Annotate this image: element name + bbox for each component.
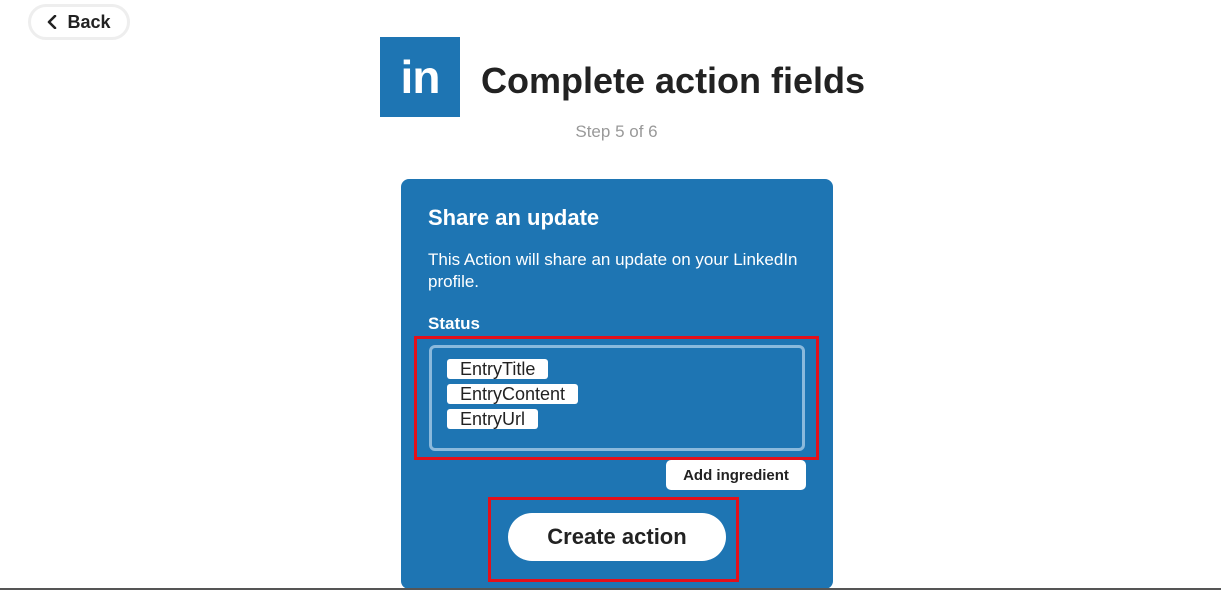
back-button[interactable]: Back [28,4,130,40]
card-description: This Action will share an update on your… [428,250,798,291]
chevron-left-icon [47,15,57,29]
status-field[interactable]: EntryTitle EntryContent EntryUrl [429,345,805,451]
linkedin-logo: in [380,37,460,117]
ingredient-chip[interactable]: EntryContent [447,384,579,404]
page: Back in Complete action fields Step 5 of… [0,0,1221,590]
step-indicator: Step 5 of 6 [575,122,658,141]
page-title: Complete action fields [481,60,866,101]
add-ingredient-button[interactable]: Add ingredient [666,460,806,490]
create-action-button[interactable]: Create action [508,513,726,561]
back-label: Back [67,11,111,32]
card-title: Share an update [428,205,600,230]
action-card: Share an update This Action will share a… [401,179,833,589]
ingredient-chip[interactable]: EntryUrl [447,409,539,429]
status-label: Status [428,314,480,333]
ingredient-chip[interactable]: EntryTitle [447,359,549,379]
